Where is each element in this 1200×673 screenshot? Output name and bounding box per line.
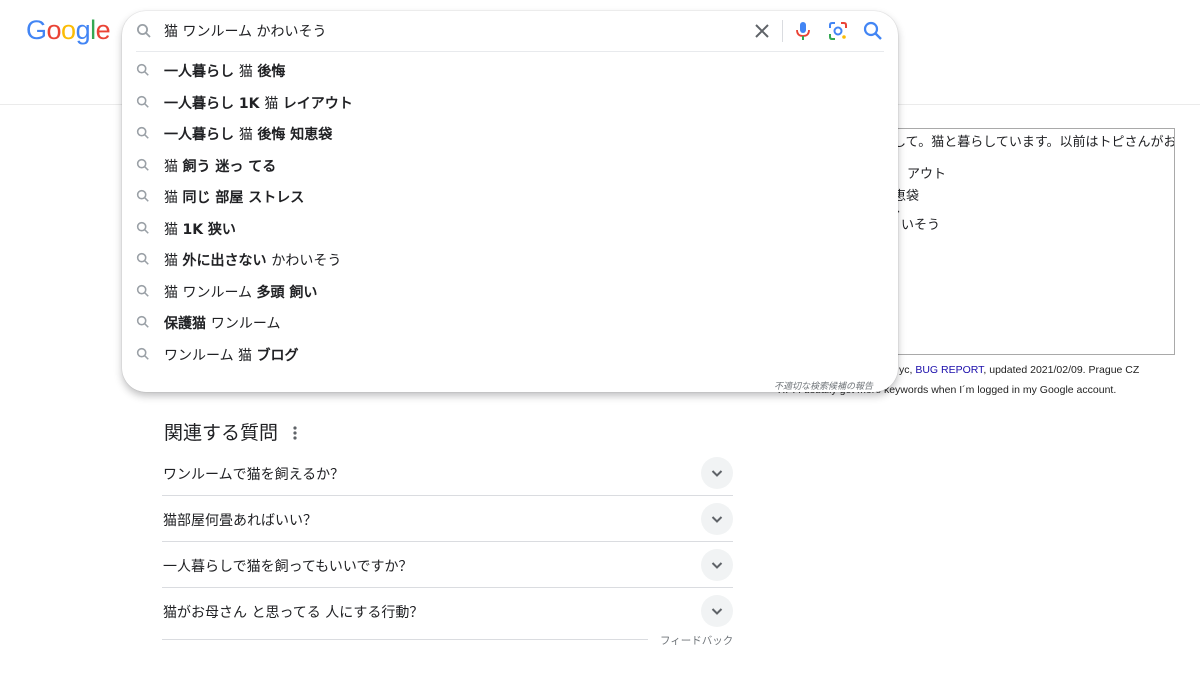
camera-lens-icon[interactable] [827,20,849,42]
suggestion-label: 猫 1K 狭い [164,221,236,238]
textarea-line: いそう [901,218,941,233]
suggestion-list: 一人暮らし 猫 後悔一人暮らし 1K 猫 レイアウト 一人暮らし 猫 後悔 知恵袋… [122,54,898,369]
suggestion-label: ワンルーム 猫 ブログ [164,347,299,364]
search-icon [136,62,150,81]
suggestion-item[interactable]: 猫 ワンルーム 多頭 飼い [122,275,898,307]
related-question[interactable]: 猫部屋何畳あればいい？ [162,496,733,542]
divider [136,51,884,52]
related-question[interactable]: 一人暮らしで猫を飼ってもいいですか？ [162,542,733,588]
chevron-down-icon[interactable] [701,457,733,489]
feedback-link[interactable]: フィードバック [660,633,733,648]
related-question[interactable]: 猫がお母さん と思ってる 人にする行動？ [162,588,733,633]
search-icon [136,94,150,113]
suggestion-label: 一人暮らし 1K 猫 レイアウト [164,95,353,112]
bug-report-link[interactable]: BUG REPORT [915,364,983,376]
related-questions-list: ワンルームで猫を飼えるか？ 猫部屋何畳あればいい？ 一人暮らしで猫を飼ってもいい… [162,450,733,633]
search-icon [136,283,150,302]
google-logo[interactable]: Google [26,15,111,46]
suggestion-label: 猫 飼う 迷っ てる [164,158,277,175]
suggestion-item[interactable]: 一人暮らし 1K 猫 レイアウト [122,86,898,118]
suggestion-label: 猫 同じ 部屋 ストレス [164,190,305,206]
suggestion-label: 一人暮らし 猫 後悔 知恵袋 [164,127,333,143]
suggestion-label: 猫 ワンルーム 多頭 飼い [164,284,318,301]
search-icon [136,188,150,207]
clear-icon[interactable] [752,21,772,41]
divider [162,639,648,640]
suggestion-item[interactable]: ワンルーム 猫 ブログ [122,338,898,370]
related-questions-title: 関連する質問 [164,422,279,444]
search-autocomplete-panel: 猫 ワンルーム かわいそう 一人暮らし 猫 後悔 一人暮らし 1K 猫 レイアウ… [122,11,898,392]
search-icon [136,23,152,43]
search-icon [136,314,150,333]
suggestion-label: 猫 外に出さない かわいそう [164,253,342,269]
textarea-line: アウト [907,167,947,182]
chevron-down-icon[interactable] [701,503,733,535]
search-icon [136,125,150,144]
related-question[interactable]: ワンルームで猫を飼えるか？ [162,450,733,496]
search-submit-icon[interactable] [862,20,884,42]
keyword-textarea[interactable]: めまして。猫と暮らしています。以前はトピさんがお アウト 恵袋 、 いそう [860,128,1175,355]
search-icon [136,346,150,365]
microphone-icon[interactable] [792,20,814,42]
chevron-down-icon[interactable] [701,595,733,627]
suggestion-item[interactable]: 猫 1K 狭い [122,212,898,244]
divider [782,20,783,42]
search-icon [136,157,150,176]
suggestion-item[interactable]: 一人暮らし 猫 後悔 知恵袋 [122,117,898,149]
suggestion-item[interactable]: 保護猫 ワンルーム [122,306,898,338]
suggestion-item[interactable]: 猫 飼う 迷っ てる [122,149,898,181]
textarea-line: めまして。猫と暮らしています。以前はトピさんがお [867,135,1175,150]
more-options-icon[interactable] [288,424,302,442]
search-bar[interactable]: 猫 ワンルーム かわいそう [122,11,898,51]
report-inappropriate-link[interactable]: 不適切な検索候補の報告 [774,379,873,392]
suggestion-item[interactable]: 猫 同じ 部屋 ストレス [122,180,898,212]
search-icon [136,251,150,270]
search-icon [136,220,150,239]
suggestion-item[interactable]: 一人暮らし 猫 後悔 [122,54,898,86]
suggestion-label: 一人暮らし 猫 後悔 [164,64,286,80]
suggestion-label: 保護猫 ワンルーム [164,316,281,332]
search-input[interactable]: 猫 ワンルーム かわいそう [164,21,326,41]
suggestion-item[interactable]: 猫 外に出さない かわいそう [122,243,898,275]
chevron-down-icon[interactable] [701,549,733,581]
